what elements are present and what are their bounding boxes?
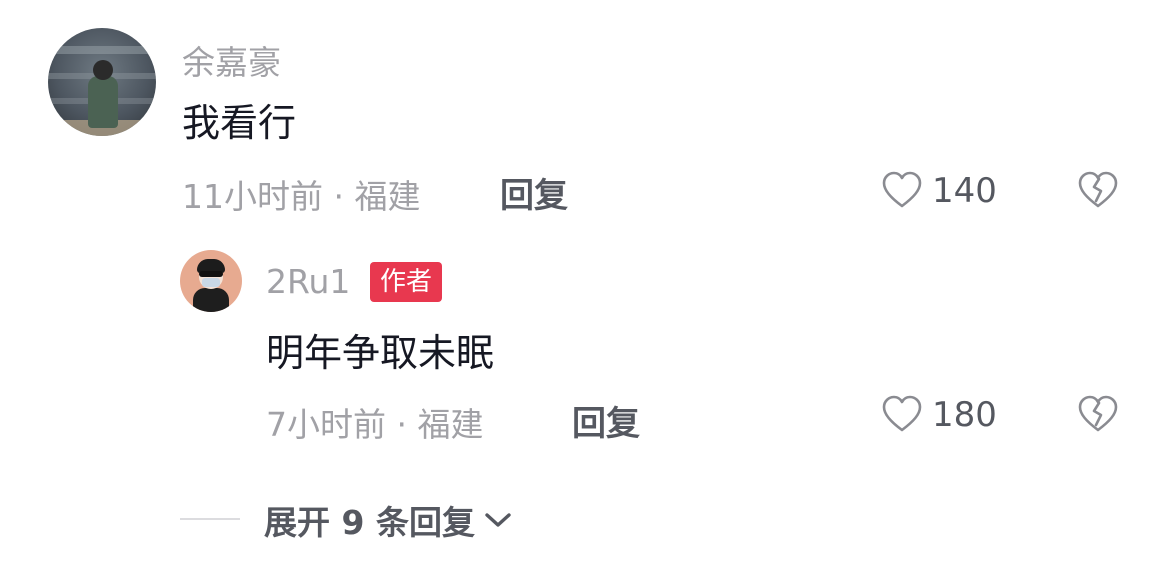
heart-outline-icon [882, 395, 922, 432]
comment-username[interactable]: 余嘉豪 [182, 36, 281, 84]
comment-text: 我看行 [182, 101, 297, 145]
reply-dislike-button[interactable] [1078, 395, 1118, 433]
reply-like-count: 180 [932, 395, 997, 435]
author-badge: 作者 [370, 262, 443, 302]
comment-location: 福建 [354, 177, 421, 216]
expand-replies-button[interactable]: 展开 9 条回复 [264, 496, 513, 544]
reply-location: 福建 [417, 405, 484, 444]
like-button[interactable] [882, 171, 922, 209]
chevron-down-icon [485, 513, 511, 527]
heart-outline-icon [882, 171, 922, 208]
reply-button[interactable]: 回复 [500, 168, 568, 217]
meta-separator: · [333, 177, 345, 216]
reply-to-reply-button[interactable]: 回复 [572, 396, 640, 445]
reply-time: 7小时前 [266, 405, 386, 444]
reply-username[interactable]: 2Ru1 [266, 262, 350, 301]
broken-heart-icon [1078, 171, 1118, 208]
dislike-button[interactable] [1078, 171, 1118, 209]
comment-time: 11小时前 [182, 177, 323, 216]
reply-text: 明年争取未眠 [266, 331, 495, 375]
broken-heart-icon [1078, 395, 1118, 432]
reply-meta: 7小时前 · 福建 [266, 398, 484, 446]
comment-meta: 11小时前 · 福建 [182, 170, 421, 218]
reply-avatar[interactable] [180, 250, 242, 312]
expand-replies-label: 展开 9 条回复 [264, 503, 475, 542]
reply-like-button[interactable] [882, 395, 922, 433]
expand-divider [180, 518, 240, 520]
commenter-avatar[interactable] [48, 28, 156, 136]
meta-separator: · [396, 405, 408, 444]
like-count: 140 [932, 171, 997, 211]
